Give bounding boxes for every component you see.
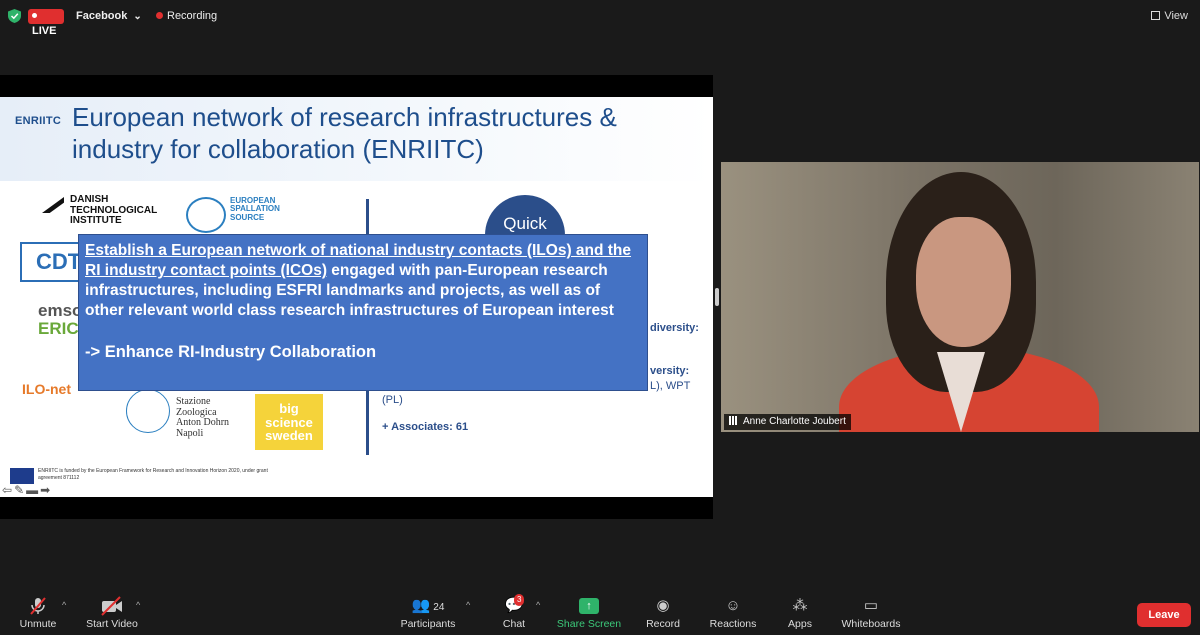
emso-logo: emso ERIC <box>38 302 82 338</box>
pen-icon[interactable]: ✎ <box>14 483 26 497</box>
unmute-button[interactable]: Unmute <box>18 596 58 630</box>
whiteboards-button[interactable]: ▭ Whiteboards <box>840 596 902 630</box>
chat-bubble-icon: 💬 3 <box>504 594 525 614</box>
whiteboard-icon: ▭ <box>863 597 879 614</box>
callout-box: Establish a European network of national… <box>78 234 648 391</box>
participants-label: Participants <box>400 618 456 630</box>
microphone-muted-icon <box>30 597 46 615</box>
callout-subline: -> Enhance RI-Industry Collaboration <box>85 343 377 361</box>
funding-text: ENRIITC is funded by the European Framew… <box>38 468 268 481</box>
previous-slide-icon[interactable]: ⇦ <box>2 483 14 497</box>
slide-text-wpt: L), WPT <box>650 380 691 392</box>
slide-text-versity: versity: <box>650 365 690 377</box>
view-button[interactable]: View <box>1151 10 1188 22</box>
speaker-name: Anne Charlotte Joubert <box>743 416 846 427</box>
recording-indicator[interactable]: Recording <box>156 10 217 22</box>
emso-logo-text: emso <box>38 301 83 320</box>
speaker-name-tag: Anne Charlotte Joubert <box>724 414 851 430</box>
reactions-button[interactable]: ☺ Reactions <box>707 596 759 630</box>
leave-button[interactable]: Leave <box>1137 603 1191 627</box>
ess-logo-text: EUROPEAN SPALLATION SOURCE <box>230 196 280 222</box>
unmute-label: Unmute <box>19 618 57 630</box>
slide-nav-controls[interactable]: ⇦✎▬➡ <box>2 483 52 497</box>
apps-label: Apps <box>788 618 812 630</box>
video-camera-off-icon <box>101 596 122 616</box>
meeting-toolbar: Unmute ^ Start Video ^ 👥 24 Participants … <box>0 592 1200 635</box>
speaker-face <box>916 217 1011 347</box>
dti-mark-icon <box>42 197 64 213</box>
security-shield-icon[interactable] <box>8 9 21 23</box>
emso-eric-text: ERIC <box>38 318 79 338</box>
signal-bars-icon <box>729 416 739 425</box>
chat-button[interactable]: 💬 3 Chat <box>498 594 530 630</box>
chat-label: Chat <box>502 618 526 630</box>
live-badge[interactable]: LIVE <box>28 9 64 37</box>
live-dot-icon <box>32 13 37 18</box>
dti-logo: DANISH TECHNOLOGICAL INSTITUTE <box>42 194 180 227</box>
participants-caret-icon[interactable]: ^ <box>466 600 470 610</box>
stream-target-dropdown[interactable]: Facebook ⌄ <box>76 10 142 22</box>
grid-view-icon <box>1151 11 1161 20</box>
zoom-meeting-window: LIVE Facebook ⌄ Recording View ENRIITC Eu… <box>0 0 1200 635</box>
video-options-caret-icon[interactable]: ^ <box>136 600 140 610</box>
share-screen-icon: ↑ <box>579 598 599 614</box>
audio-options-caret-icon[interactable]: ^ <box>62 600 66 610</box>
eu-flag-icon <box>10 468 34 484</box>
stream-target-label: Facebook <box>76 10 128 22</box>
start-video-label: Start Video <box>86 618 138 630</box>
apps-button[interactable]: ⁂ Apps <box>786 596 814 630</box>
participants-count: 24 <box>433 602 445 613</box>
ess-logo: EUROPEAN SPALLATION SOURCE <box>186 196 290 233</box>
chat-caret-icon[interactable]: ^ <box>536 600 540 610</box>
live-label: LIVE <box>32 25 57 37</box>
view-label: View <box>1164 10 1188 22</box>
cdt-logo: CDT <box>20 242 82 282</box>
szn-logo-text: Stazione Zoologica Anton Dohrn Napoli <box>176 396 230 439</box>
apps-icon: ⁂ <box>792 597 808 614</box>
speaker-video-tile[interactable]: Anne Charlotte Joubert <box>721 162 1199 432</box>
reactions-label: Reactions <box>709 618 757 630</box>
dti-logo-text: DANISH TECHNOLOGICAL INSTITUTE <box>70 194 158 226</box>
split-drag-handle[interactable] <box>715 288 719 306</box>
funding-note: ENRIITC is funded by the European Framew… <box>10 468 270 484</box>
slide-text-pl: (PL) <box>382 394 403 406</box>
next-slide-icon[interactable]: ➡ <box>40 483 52 497</box>
slide-text-diversity: diversity: <box>650 322 699 334</box>
associates-count: + Associates: 61 <box>382 421 469 433</box>
whiteboards-label: Whiteboards <box>841 618 901 630</box>
shared-screen: ENRIITC European network of research inf… <box>0 75 713 519</box>
slide-title: European network of research infrastruct… <box>72 102 617 164</box>
start-video-button[interactable]: Start Video <box>84 596 140 630</box>
big-science-sweden-logo: big science sweden <box>255 394 323 450</box>
top-bar: LIVE Facebook ⌄ Recording View <box>0 0 1200 37</box>
record-button[interactable]: ◉ Record <box>644 596 682 630</box>
ess-mark-icon <box>186 197 226 233</box>
enriitc-logo: ENRIITC <box>15 115 62 127</box>
menu-icon[interactable]: ▬ <box>26 483 40 497</box>
szn-seal-icon <box>126 389 170 433</box>
chat-unread-badge: 3 <box>514 594 525 606</box>
participants-button[interactable]: 👥 24 Participants <box>398 596 458 630</box>
record-label: Record <box>646 618 680 630</box>
recording-dot-icon <box>156 12 163 19</box>
recording-label: Recording <box>167 10 218 22</box>
record-icon: ◉ <box>656 597 670 614</box>
participants-icon: 👥 24 <box>411 597 445 614</box>
callout-text: Establish a European network of national… <box>85 241 641 321</box>
share-screen-button[interactable]: ↑ Share Screen <box>556 596 622 630</box>
share-screen-label: Share Screen <box>556 618 622 630</box>
smiley-plus-icon: ☺ <box>725 597 741 614</box>
ilo-net-logo: ILO-net <box>22 381 71 397</box>
chevron-down-icon: ⌄ <box>133 11 142 22</box>
szn-logo: Stazione Zoologica Anton Dohrn Napoli <box>126 389 236 439</box>
